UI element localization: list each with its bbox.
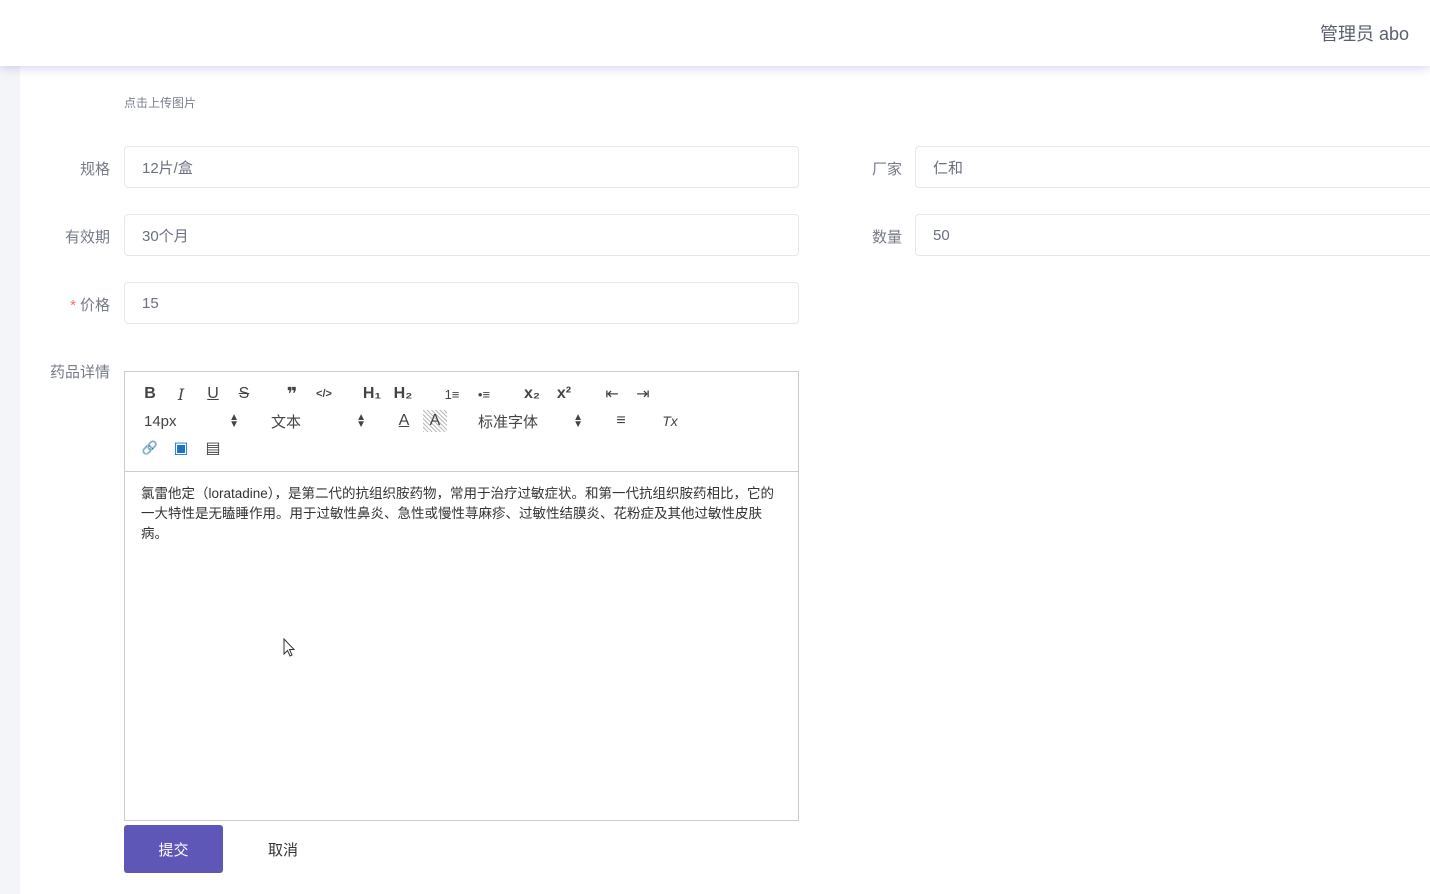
indent-icon[interactable]: ⇥ <box>631 383 655 405</box>
italic-icon[interactable]: I <box>169 383 193 405</box>
mouse-cursor-icon <box>283 638 296 657</box>
background-color-icon[interactable]: A <box>423 410 447 432</box>
user-name[interactable]: 管理员 abo <box>1320 20 1409 46</box>
spec-value: 12片/盒 <box>142 159 193 177</box>
manufacturer-value: 仁和 <box>933 159 964 177</box>
spec-label: 规格 <box>79 161 110 178</box>
rich-text-editor: B I U S ❞ </> H₁ H₂ 1≡ •≡ x₂ x² ⇤ ⇥ 14px… <box>124 371 799 821</box>
upload-hint[interactable]: 点击上传图片 <box>124 94 196 111</box>
size-picker-label: 14px <box>144 412 177 430</box>
price-input[interactable]: 15 <box>124 282 799 324</box>
font-picker[interactable]: 标准字体 ▲ ▼ <box>478 410 583 432</box>
main-content: 点击上传图片 规格 12片/盒 厂家 仁和 有效期 30个月 数量 50 * 价格… <box>20 66 1430 894</box>
validity-value: 30个月 <box>142 227 189 245</box>
price-label-text: 价格 <box>79 297 110 314</box>
image-icon[interactable]: ▣ <box>169 437 193 459</box>
validity-label: 有效期 <box>64 229 110 246</box>
font-picker-label: 标准字体 <box>478 413 539 431</box>
h1-icon[interactable]: H₁ <box>360 383 384 405</box>
quantity-input[interactable]: 50 <box>915 214 1430 256</box>
outdent-icon[interactable]: ⇤ <box>600 383 624 405</box>
h2-icon[interactable]: H₂ <box>391 383 415 405</box>
validity-input[interactable]: 30个月 <box>124 214 799 256</box>
submit-button[interactable]: 提交 <box>124 825 223 873</box>
manufacturer-input[interactable]: 仁和 <box>915 146 1430 188</box>
strike-icon[interactable]: S <box>232 383 256 405</box>
chevron-up-down-icon: ▲ ▼ <box>356 412 366 430</box>
subscript-icon[interactable]: x₂ <box>520 383 544 405</box>
price-label: * 价格 <box>20 294 110 315</box>
header-picker-label: 文本 <box>271 413 302 431</box>
top-bar: 管理员 abo <box>0 0 1430 66</box>
video-icon[interactable]: ▤ <box>201 437 225 459</box>
header-picker[interactable]: 文本 ▲ ▼ <box>271 410 366 432</box>
quantity-label: 数量 <box>871 229 902 246</box>
ordered-list-icon[interactable]: 1≡ <box>440 383 464 405</box>
underline-icon[interactable]: U <box>201 383 225 405</box>
link-icon[interactable]: 🔗 <box>138 437 162 459</box>
superscript-icon[interactable]: x² <box>552 383 576 405</box>
quantity-value: 50 <box>933 226 950 244</box>
spec-input[interactable]: 12片/盒 <box>124 146 799 188</box>
clear-format-icon[interactable]: Tx <box>658 410 682 432</box>
editor-content[interactable]: 氯雷他定（loratadine），是第二代的抗组织胺药物，常用于治疗过敏症状。和… <box>125 472 798 556</box>
cancel-button[interactable]: 取消 <box>248 825 318 873</box>
editor-toolbar: B I U S ❞ </> H₁ H₂ 1≡ •≡ x₂ x² ⇤ ⇥ 14px… <box>125 372 798 472</box>
chevron-up-down-icon: ▲ ▼ <box>229 412 239 430</box>
chevron-up-down-icon: ▲ ▼ <box>573 412 583 430</box>
required-mark: * <box>70 297 76 314</box>
align-icon[interactable]: ≡ <box>609 410 633 432</box>
bullet-list-icon[interactable]: •≡ <box>472 383 496 405</box>
detail-label: 药品详情 <box>49 364 110 381</box>
code-block-icon[interactable]: </> <box>312 383 336 405</box>
text-color-icon[interactable]: A <box>392 410 416 432</box>
price-value: 15 <box>142 294 159 312</box>
blockquote-icon[interactable]: ❞ <box>280 383 304 405</box>
manufacturer-label: 厂家 <box>871 161 902 178</box>
bold-icon[interactable]: B <box>138 383 162 405</box>
size-picker[interactable]: 14px ▲ ▼ <box>144 410 239 432</box>
